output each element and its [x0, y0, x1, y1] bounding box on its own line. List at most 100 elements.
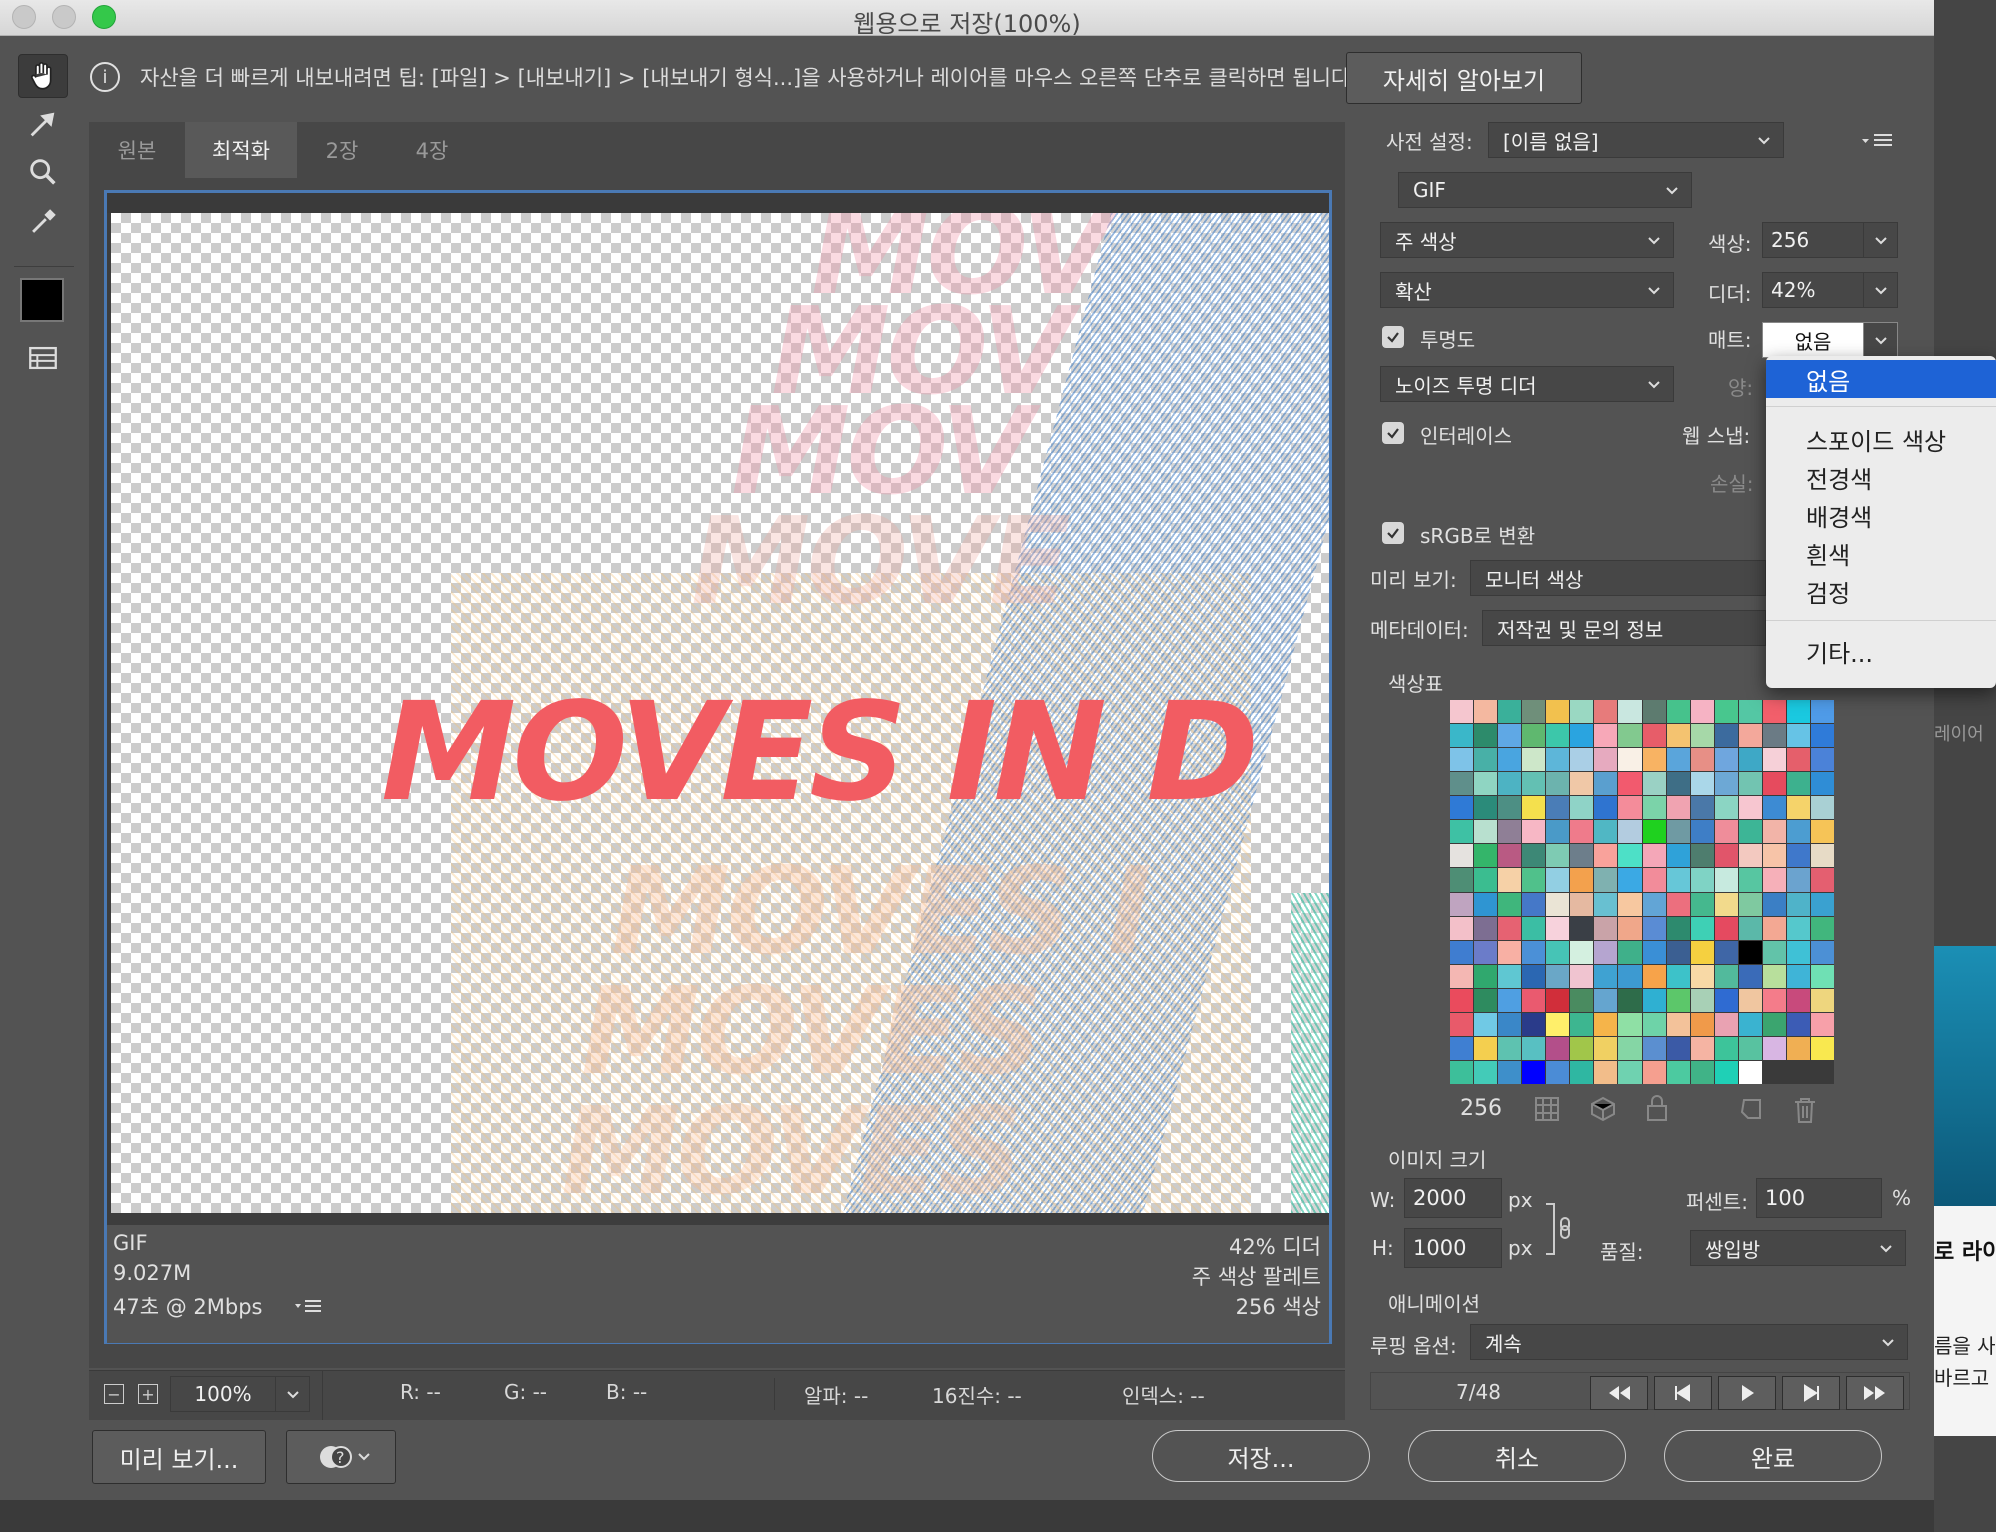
- color-swatch[interactable]: [1666, 844, 1690, 868]
- color-swatch[interactable]: [1498, 748, 1522, 772]
- color-swatch[interactable]: [1618, 748, 1642, 772]
- color-swatch[interactable]: [1546, 964, 1570, 988]
- preset-select[interactable]: [이름 없음]: [1488, 122, 1784, 158]
- color-swatch[interactable]: [1594, 700, 1618, 724]
- color-swatch[interactable]: [1786, 820, 1810, 844]
- color-swatch[interactable]: [1450, 844, 1474, 868]
- color-swatch[interactable]: [1450, 700, 1474, 724]
- color-swatch[interactable]: [1810, 916, 1834, 940]
- color-swatch[interactable]: [1738, 772, 1762, 796]
- color-swatch[interactable]: [1810, 844, 1834, 868]
- color-swatch[interactable]: [1690, 1036, 1714, 1060]
- color-swatch[interactable]: [1522, 988, 1546, 1012]
- preview-color-select[interactable]: 모니터 색상: [1470, 560, 1766, 596]
- color-swatch[interactable]: [1498, 724, 1522, 748]
- color-swatch[interactable]: [1642, 796, 1666, 820]
- color-swatch[interactable]: [1810, 964, 1834, 988]
- color-swatch[interactable]: [1714, 868, 1738, 892]
- color-swatch[interactable]: [1714, 1012, 1738, 1036]
- color-swatch[interactable]: [1570, 748, 1594, 772]
- color-swatch[interactable]: [1642, 700, 1666, 724]
- color-swatch[interactable]: [1642, 772, 1666, 796]
- color-swatch[interactable]: [1762, 796, 1786, 820]
- color-swatch[interactable]: [1762, 700, 1786, 724]
- tab-4-up[interactable]: 4장: [387, 122, 477, 178]
- color-swatch[interactable]: [1570, 700, 1594, 724]
- color-swatch[interactable]: [1450, 1060, 1474, 1084]
- color-swatch[interactable]: [1522, 820, 1546, 844]
- color-swatch[interactable]: [1762, 1012, 1786, 1036]
- color-swatch[interactable]: [1546, 1012, 1570, 1036]
- color-swatch[interactable]: [1714, 724, 1738, 748]
- color-swatch[interactable]: [1498, 700, 1522, 724]
- zoom-tool[interactable]: [18, 150, 68, 194]
- color-swatch[interactable]: [1786, 1036, 1810, 1060]
- color-swatch[interactable]: [1474, 964, 1498, 988]
- color-swatch[interactable]: [1810, 940, 1834, 964]
- color-swatch[interactable]: [1738, 964, 1762, 988]
- menu-item-foreground[interactable]: 전경색: [1766, 458, 1996, 496]
- color-swatch[interactable]: [1642, 988, 1666, 1012]
- toggle-slices-visibility[interactable]: [18, 336, 68, 380]
- color-swatch[interactable]: [1498, 868, 1522, 892]
- color-swatch[interactable]: [1762, 892, 1786, 916]
- color-swatch[interactable]: [1594, 844, 1618, 868]
- color-swatch[interactable]: [1762, 964, 1786, 988]
- colors-combo[interactable]: 256: [1762, 222, 1898, 258]
- color-swatch[interactable]: [1450, 940, 1474, 964]
- color-swatch[interactable]: [1690, 700, 1714, 724]
- color-swatch[interactable]: [1522, 964, 1546, 988]
- color-swatch[interactable]: [1618, 820, 1642, 844]
- browser-select-button[interactable]: ?: [286, 1430, 396, 1484]
- color-swatch[interactable]: [1690, 844, 1714, 868]
- color-swatch[interactable]: [1594, 988, 1618, 1012]
- color-swatch[interactable]: [1594, 772, 1618, 796]
- color-swatch[interactable]: [1714, 964, 1738, 988]
- color-swatch[interactable]: [1786, 772, 1810, 796]
- color-swatch[interactable]: [1690, 796, 1714, 820]
- color-swatch[interactable]: [1450, 796, 1474, 820]
- color-swatch[interactable]: [1498, 916, 1522, 940]
- color-swatch[interactable]: [1810, 892, 1834, 916]
- color-swatch[interactable]: [1786, 796, 1810, 820]
- color-swatch[interactable]: [1690, 1012, 1714, 1036]
- download-speed-menu-icon[interactable]: [293, 1295, 323, 1317]
- color-swatch[interactable]: [1714, 1036, 1738, 1060]
- color-swatch[interactable]: [1666, 724, 1690, 748]
- menu-item-background[interactable]: 배경색: [1766, 496, 1996, 534]
- map-transparent-icon[interactable]: [1534, 1096, 1560, 1122]
- color-swatch[interactable]: [1546, 868, 1570, 892]
- first-frame-button[interactable]: [1590, 1376, 1648, 1410]
- color-swatch[interactable]: [1786, 844, 1810, 868]
- tab-2-up[interactable]: 2장: [297, 122, 387, 178]
- color-swatch[interactable]: [1810, 988, 1834, 1012]
- color-swatch[interactable]: [1738, 748, 1762, 772]
- convert-srgb-checkbox[interactable]: [1382, 522, 1404, 544]
- color-swatch[interactable]: [1642, 724, 1666, 748]
- color-swatch[interactable]: [1474, 1060, 1498, 1084]
- color-swatch[interactable]: [1594, 940, 1618, 964]
- color-swatch[interactable]: [1690, 868, 1714, 892]
- tab-original[interactable]: 원본: [89, 122, 185, 178]
- color-swatch[interactable]: [1714, 940, 1738, 964]
- color-swatch[interactable]: [1522, 700, 1546, 724]
- color-swatch[interactable]: [1498, 1036, 1522, 1060]
- color-swatch[interactable]: [1498, 892, 1522, 916]
- color-swatch[interactable]: [1738, 796, 1762, 820]
- color-swatch[interactable]: [1642, 868, 1666, 892]
- color-swatch[interactable]: [1714, 988, 1738, 1012]
- color-swatch[interactable]: [1594, 820, 1618, 844]
- color-swatch[interactable]: [1594, 892, 1618, 916]
- color-swatch[interactable]: [1666, 748, 1690, 772]
- color-swatch[interactable]: [1762, 748, 1786, 772]
- transparency-dither-select[interactable]: 노이즈 투명 디더: [1380, 366, 1674, 402]
- color-swatch[interactable]: [1618, 964, 1642, 988]
- color-swatch[interactable]: [1498, 940, 1522, 964]
- play-button[interactable]: [1718, 1376, 1776, 1410]
- matte-select[interactable]: 없음: [1762, 322, 1898, 358]
- color-swatch[interactable]: [1786, 940, 1810, 964]
- learn-more-button[interactable]: 자세히 알아보기: [1346, 52, 1582, 104]
- dither-amount-combo[interactable]: 42%: [1762, 272, 1898, 308]
- color-swatch[interactable]: [1522, 868, 1546, 892]
- color-swatch[interactable]: [1522, 748, 1546, 772]
